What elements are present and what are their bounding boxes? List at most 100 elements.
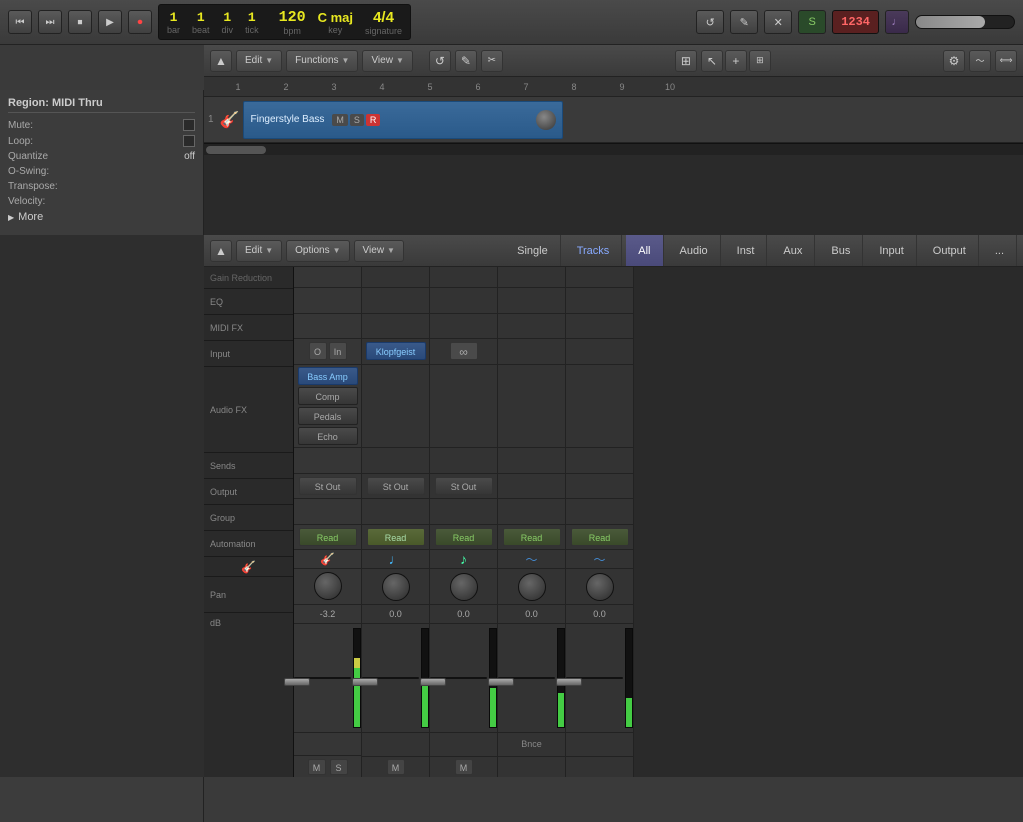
close-button[interactable]: ✕ [764,10,792,34]
ch2-fader-thumb[interactable] [352,678,378,686]
tab-bus[interactable]: Bus [819,235,863,266]
ch4-pan-knob[interactable] [518,573,546,601]
ch1-bassamp-plugin[interactable]: Bass Amp [298,367,358,385]
ch3-chain-button[interactable]: ∞ [450,342,478,360]
track-row-arrange: 1 🎸 Fingerstyle Bass M S R [204,97,1023,143]
tab-inst[interactable]: Inst [725,235,768,266]
ch2-midifx [362,314,429,339]
ch2-stout-button[interactable]: St Out [367,477,425,495]
track-region[interactable]: Fingerstyle Bass M S R [243,101,563,139]
ch5-pan [566,569,633,604]
waveform-button[interactable]: 〜 [969,50,991,72]
mixer-options-button[interactable]: Options ▼ [286,240,349,262]
ch5-fader-thumb[interactable] [556,678,582,686]
stop-button[interactable]: ⏹ [68,10,92,34]
pan-label: Pan [204,577,293,613]
ch1-mute-btn[interactable]: M [308,759,326,775]
pointer-tool-button[interactable]: ↖ [701,50,723,72]
grid-button[interactable]: ⊞ [749,50,771,72]
s-button[interactable]: S [350,114,364,126]
ch4-read-button[interactable]: Read [503,528,561,546]
ch2-mute-btn[interactable]: M [387,759,405,775]
edit-button[interactable]: Edit ▼ [236,50,282,72]
mixer-area: ▲ Edit ▼ Options ▼ View ▼ Single Tracks … [0,235,1023,777]
sync-button[interactable]: S [798,10,826,34]
fast-forward-button[interactable]: ⏭ [38,10,62,34]
ch5-read-button[interactable]: Read [571,528,629,546]
rewind-button[interactable]: ⏮ [8,10,32,34]
track-volume-knob[interactable] [536,110,556,130]
mute-checkbox[interactable] [183,119,195,131]
ch3-pan-knob[interactable] [450,573,478,601]
functions-button[interactable]: Functions ▼ [286,50,358,72]
m-button[interactable]: M [332,114,348,126]
loop-checkbox[interactable] [183,135,195,147]
ch3-fader-thumb[interactable] [420,678,446,686]
ch4-automation: Read [498,525,565,550]
ch1-solo-btn[interactable]: S [330,759,348,775]
count-display: 1234 [832,10,879,34]
ch1-pan-knob[interactable] [314,572,342,600]
arrange-up-button[interactable]: ▲ [210,50,232,72]
scissors-tool-button[interactable]: ✂ [481,50,503,72]
cycle-button[interactable]: ↺ [696,10,724,34]
ch1-fader-thumb[interactable] [284,678,310,686]
ch3-read-button[interactable]: Read [435,528,493,546]
ch2-pan-knob[interactable] [382,573,410,601]
mixer-edit-button[interactable]: Edit ▼ [236,240,282,262]
ch4-waveform-icon: 〜 [525,551,537,568]
mixer-up-button[interactable]: ▲ [210,240,232,262]
ch3-mute-btn[interactable]: M [455,759,473,775]
r-button[interactable]: R [366,114,381,126]
ch1-read-button[interactable]: Read [299,528,357,546]
ch1-input: O In [294,339,361,364]
tab-tracks[interactable]: Tracks [565,235,623,266]
ch3-icon: ♪ [430,550,497,570]
ch1-pedals-plugin[interactable]: Pedals [298,407,358,425]
loop-toggle-button[interactable]: ↺ [429,50,451,72]
ch4-fader-thumb[interactable] [488,678,514,686]
ch3-db-value: 0.0 [457,609,470,619]
tab-single[interactable]: Single [505,235,561,266]
ch5-output [566,474,633,499]
arrange-scrollbar[interactable] [204,143,1023,155]
tab-audio[interactable]: Audio [668,235,721,266]
record-button[interactable]: ⏺ [128,10,152,34]
ch5-pan-knob[interactable] [586,573,614,601]
tab-aux[interactable]: Aux [771,235,815,266]
more-button[interactable]: ▶ More [8,209,195,225]
pencil-tool-button[interactable]: ✎ [455,50,477,72]
tab-output[interactable]: Output [921,235,979,266]
ch5-bottom [566,732,633,755]
add-button[interactable]: + [725,50,747,72]
pencil-button[interactable]: ✎ [730,10,758,34]
metronome-button[interactable]: ♩ [885,10,909,34]
ch1-input-in-button[interactable]: In [329,342,347,360]
tab-more[interactable]: ... [983,235,1017,266]
view-button[interactable]: View ▼ [362,50,412,72]
ch2-mute: M [362,756,429,777]
expand-button[interactable]: ⟺ [995,50,1017,72]
ch1-stout-button[interactable]: St Out [299,477,357,495]
settings-button[interactable]: ⚙ [943,50,965,72]
mixer-options-arrow-icon: ▼ [333,246,341,255]
ch4-midifx [498,314,565,339]
ch2-read-button[interactable]: Read [367,528,425,546]
ch2-klopfgeist-button[interactable]: Klopfgeist [366,342,426,360]
tab-all[interactable]: All [626,235,663,266]
ch2-icon: ♩ [362,550,429,570]
ch1-input-o-button[interactable]: O [309,342,327,360]
volume-slider[interactable] [915,15,1015,29]
ch3-stout-button[interactable]: St Out [435,477,493,495]
play-button[interactable]: ▶ [98,10,122,34]
main-content: Region: MIDI Thru Mute: Loop: Quantize o… [0,45,1023,777]
filter-button[interactable]: ⊞ [675,50,697,72]
tab-input[interactable]: Input [867,235,916,266]
mixer-view-button[interactable]: View ▼ [354,240,404,262]
ch1-echo-plugin[interactable]: Echo [298,427,358,445]
ch5-fader-track [566,677,623,679]
arrange-scrollbar-thumb[interactable] [206,146,266,154]
ch5-icon: 〜 [566,550,633,570]
ch1-comp-plugin[interactable]: Comp [298,387,358,405]
ch2-note-icon: ♩ [389,551,403,567]
